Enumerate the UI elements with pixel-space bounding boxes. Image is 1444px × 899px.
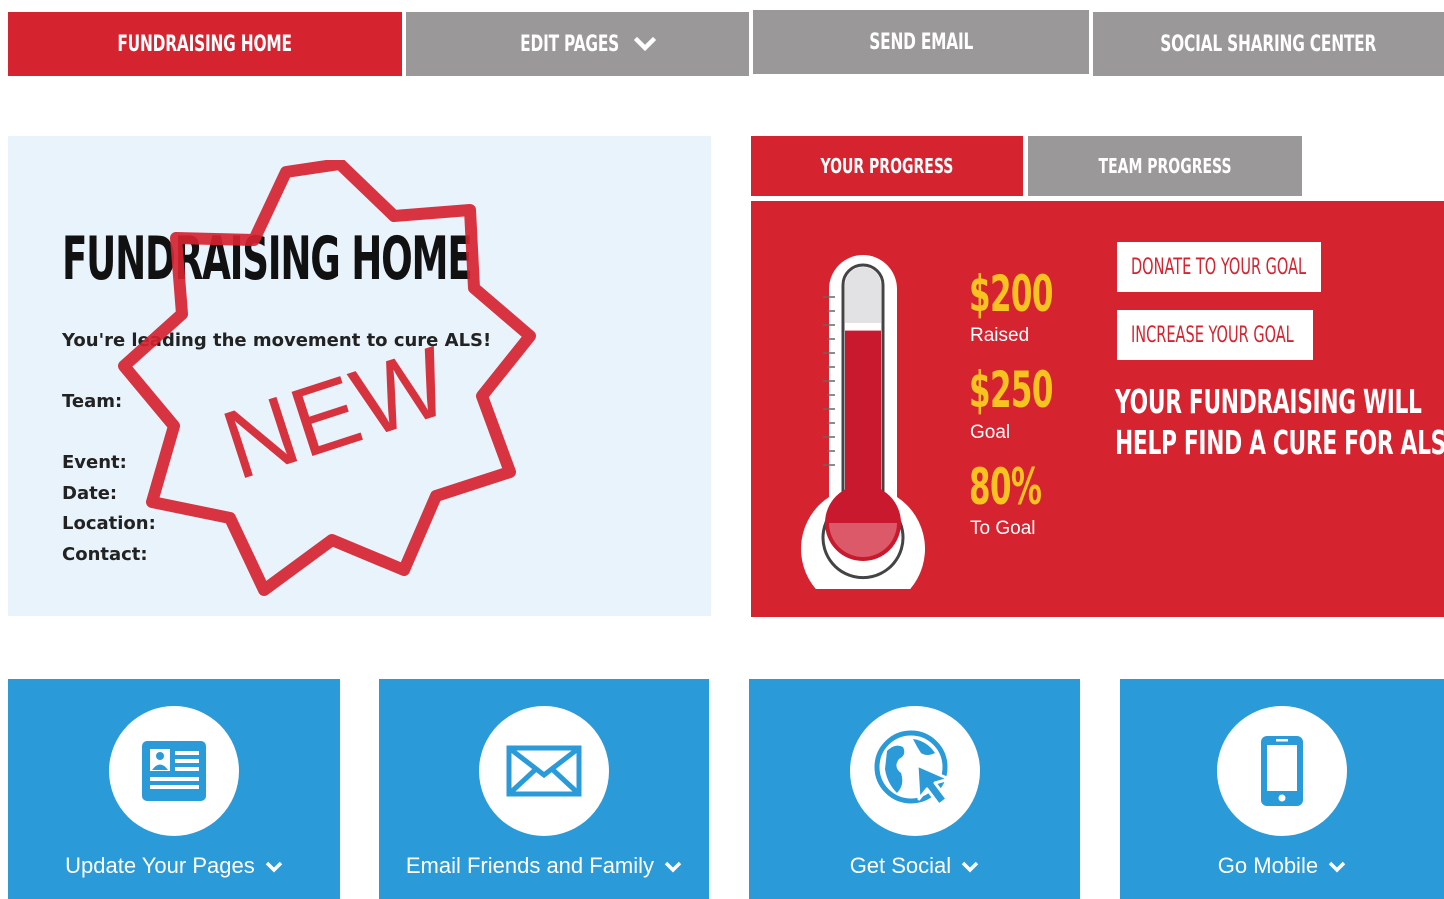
tab-send-email[interactable]: SEND EMAIL <box>753 10 1089 74</box>
raised-label: Raised <box>970 325 1030 346</box>
button-label: DONATE TO YOUR GOAL <box>1131 254 1307 280</box>
tile-label: Get Social <box>849 853 952 878</box>
tab-label: TEAM PROGRESS <box>1098 154 1232 178</box>
progress-panel: $200 Raised $250 Goal 80% To Goal DONATE… <box>751 201 1444 617</box>
goal-amount: $250 <box>969 361 1053 419</box>
increase-goal-button[interactable]: INCREASE YOUR GOAL <box>1117 310 1313 360</box>
percent-label: To Goal <box>970 518 1036 539</box>
chevron-down-icon <box>1328 861 1346 873</box>
tab-label: EDIT PAGES <box>520 31 619 57</box>
cure-line-1: YOUR FUNDRAISING WILL <box>1115 382 1422 421</box>
button-label: INCREASE YOUR GOAL <box>1131 322 1294 348</box>
email-friends-tile[interactable]: Email Friends and Family <box>379 679 709 899</box>
cure-message: YOUR FUNDRAISING WILL HELP FIND A CURE F… <box>1115 381 1444 463</box>
update-pages-tile[interactable]: Update Your Pages <box>8 679 340 899</box>
go-mobile-tile[interactable]: Go Mobile <box>1120 679 1444 899</box>
tab-label: SEND EMAIL <box>869 29 973 55</box>
mobile-phone-icon <box>1261 736 1303 806</box>
chevron-down-icon <box>962 861 979 873</box>
tab-fundraising-home[interactable]: FUNDRAISING HOME <box>8 12 402 76</box>
tile-label: Go Mobile <box>1217 853 1319 878</box>
chevron-down-icon <box>634 36 657 52</box>
tab-social-sharing-center[interactable]: SOCIAL SHARING CENTER <box>1093 12 1444 76</box>
envelope-icon <box>506 745 582 797</box>
tab-edit-pages[interactable]: EDIT PAGES <box>406 12 749 76</box>
date-label: Date: <box>62 483 118 504</box>
tab-team-progress[interactable]: TEAM PROGRESS <box>1028 136 1302 196</box>
tab-your-progress[interactable]: YOUR PROGRESS <box>751 136 1023 196</box>
profile-card-icon <box>142 741 206 801</box>
cure-line-2: HELP FIND A CURE FOR ALS! <box>1115 423 1444 462</box>
tab-label: YOUR PROGRESS <box>820 154 954 178</box>
new-badge-stamp: NEW <box>118 160 536 596</box>
donate-to-goal-button[interactable]: DONATE TO YOUR GOAL <box>1117 242 1321 292</box>
thermometer-icon <box>801 255 925 589</box>
chevron-down-icon <box>265 861 283 873</box>
tile-label: Email Friends and Family <box>405 853 655 878</box>
team-label: Team: <box>62 391 123 412</box>
chevron-down-icon <box>664 861 682 873</box>
goal-label: Goal <box>970 422 1011 443</box>
tab-label: FUNDRAISING HOME <box>117 31 293 57</box>
percent-to-goal: 80% <box>969 458 1042 516</box>
tab-label: SOCIAL SHARING CENTER <box>1160 31 1377 57</box>
get-social-tile[interactable]: Get Social <box>749 679 1080 899</box>
tile-label: Update Your Pages <box>65 853 255 878</box>
raised-amount: $200 <box>969 265 1053 323</box>
globe-cursor-icon <box>874 730 950 807</box>
badge-text: NEW <box>210 325 462 500</box>
